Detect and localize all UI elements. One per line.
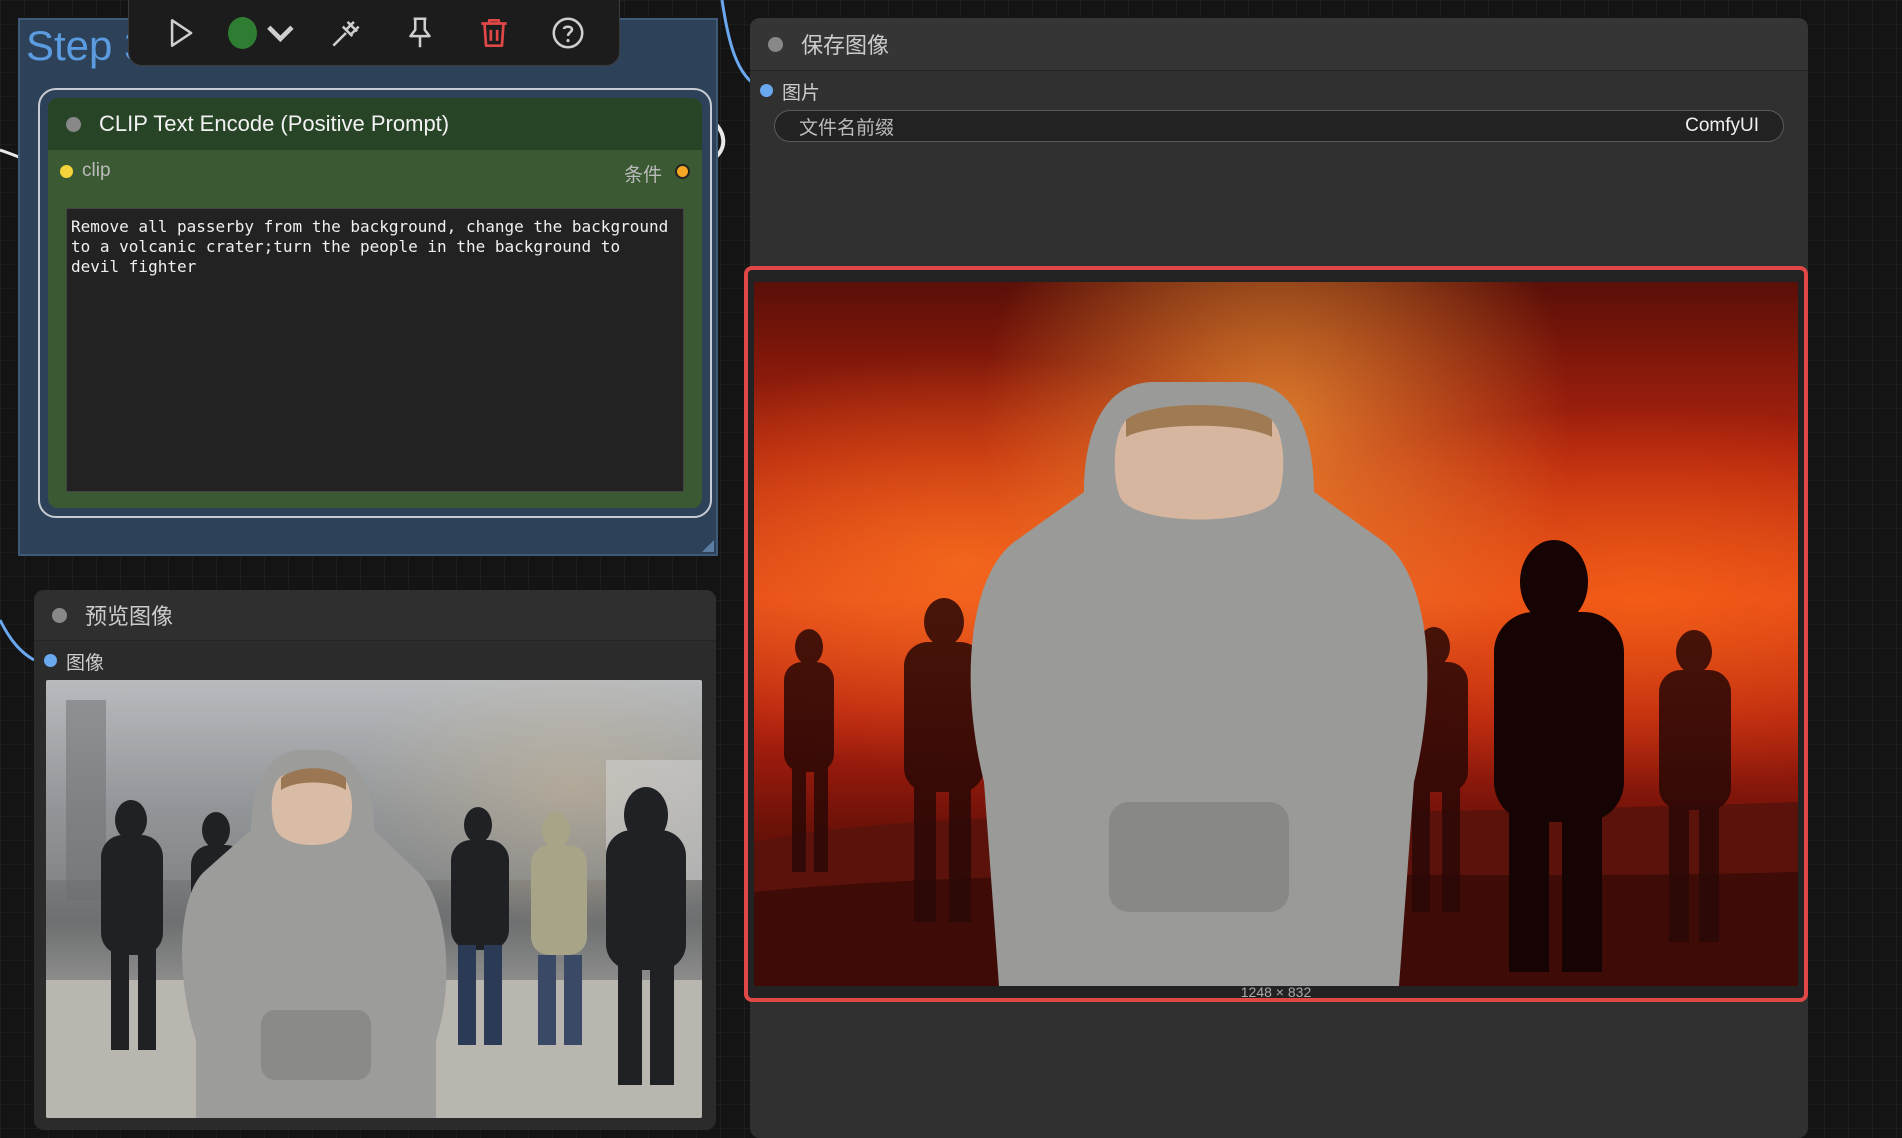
clip-text-encode-node[interactable]: CLIP Text Encode (Positive Prompt) clip … xyxy=(48,98,702,508)
clip-input-label: clip xyxy=(82,160,111,181)
slot-row: clip 条件 xyxy=(48,158,702,188)
prompt-textarea[interactable]: Remove all passerby from the background,… xyxy=(66,208,684,492)
pin-icon xyxy=(409,16,431,47)
selection-toolbar xyxy=(128,0,620,66)
chevron-down-icon xyxy=(267,25,294,42)
delete-button[interactable] xyxy=(468,7,520,59)
bypass-button[interactable] xyxy=(320,7,372,59)
selected-output-image[interactable]: 1248 × 832 xyxy=(744,266,1808,1002)
preview-image[interactable] xyxy=(46,680,702,1118)
volcanic-photo-illustration xyxy=(754,382,1798,986)
run-button[interactable] xyxy=(154,7,206,59)
trash-icon xyxy=(481,18,507,47)
filename-prefix-label: 文件名前缀 xyxy=(799,117,895,139)
help-button[interactable] xyxy=(542,7,594,59)
conditioning-output-slot[interactable] xyxy=(675,164,690,179)
collapse-toggle-icon[interactable] xyxy=(768,36,783,52)
node-title: 保存图像 xyxy=(801,33,890,58)
pin-button[interactable] xyxy=(394,7,446,59)
node-title: 预览图像 xyxy=(85,604,174,629)
conditioning-output-label: 条件 xyxy=(623,165,662,186)
group-resize-handle[interactable] xyxy=(702,540,714,552)
collapse-toggle-icon[interactable] xyxy=(66,116,81,132)
output-image[interactable] xyxy=(754,282,1798,986)
node-header[interactable]: 预览图像 xyxy=(34,590,716,641)
bypass-icon xyxy=(332,20,360,47)
node-header[interactable]: 保存图像 xyxy=(750,18,1808,71)
node-title: CLIP Text Encode (Positive Prompt) xyxy=(99,111,450,136)
play-icon xyxy=(170,18,193,47)
street-photo-illustration xyxy=(46,680,702,1118)
filename-prefix-field[interactable]: 文件名前缀 ComfyUI xyxy=(774,110,1784,142)
image-dimensions: 1248 × 832 xyxy=(1240,984,1312,1000)
help-icon xyxy=(552,16,584,49)
clip-input-slot[interactable] xyxy=(60,165,73,178)
collapse-toggle-icon[interactable] xyxy=(52,607,67,623)
preview-image-node[interactable]: 预览图像 图像 xyxy=(34,590,716,1130)
node-header[interactable]: CLIP Text Encode (Positive Prompt) xyxy=(48,98,702,150)
image-input-label: 图像 xyxy=(66,653,105,674)
filename-prefix-value[interactable]: ComfyUI xyxy=(1685,115,1759,137)
color-picker-button[interactable] xyxy=(228,7,298,59)
image-input-slot[interactable] xyxy=(760,84,773,97)
image-input-slot[interactable] xyxy=(44,654,57,667)
image-input-label: 图片 xyxy=(782,83,821,104)
color-dot-icon xyxy=(228,16,258,49)
